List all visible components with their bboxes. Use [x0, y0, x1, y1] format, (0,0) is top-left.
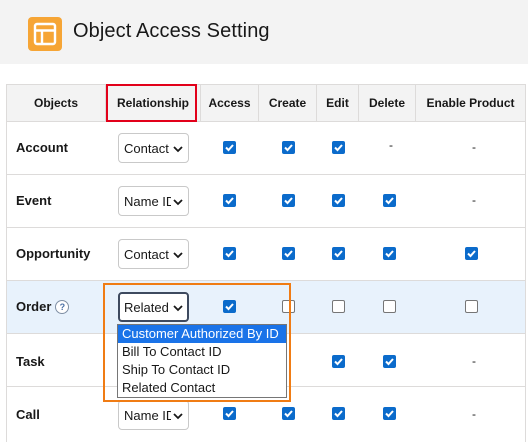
relationship-select[interactable]: Name ID	[118, 186, 189, 216]
delete-checkbox[interactable]	[383, 407, 396, 420]
delete-not-applicable: -	[389, 138, 393, 152]
edit-checkbox[interactable]	[332, 355, 345, 368]
create-checkbox[interactable]	[282, 247, 295, 260]
column-header-edit: Edit	[317, 85, 359, 121]
relationship-select[interactable]: Contact	[118, 133, 189, 163]
object-name: Call	[16, 407, 40, 422]
delete-checkbox[interactable]	[383, 355, 396, 368]
page-title: Object Access Setting	[73, 20, 270, 42]
page-header: Object Access Setting	[0, 0, 528, 64]
relationship-select-value: Contact	[124, 141, 169, 156]
relationship-select[interactable]: Name ID	[118, 400, 189, 430]
create-checkbox[interactable]	[282, 141, 295, 154]
enable-product-not-applicable: -	[472, 407, 476, 421]
column-header-enable-product: Enable Product	[426, 96, 515, 110]
table-row: Account Contact - -	[7, 122, 525, 175]
object-name: Event	[16, 193, 52, 208]
edit-checkbox[interactable]	[332, 141, 345, 154]
access-checkbox[interactable]	[223, 407, 236, 420]
object-name: Task	[16, 354, 45, 369]
edit-checkbox[interactable]	[332, 300, 345, 313]
enable-product-checkbox[interactable]	[465, 247, 478, 260]
object-name: Account	[16, 140, 68, 155]
enable-product-not-applicable: -	[472, 140, 476, 154]
object-name-label: Order	[16, 299, 52, 314]
help-icon[interactable]: ?	[55, 300, 70, 314]
delete-checkbox[interactable]	[383, 194, 396, 207]
column-header-create: Create	[259, 85, 317, 121]
enable-product-not-applicable: -	[472, 193, 476, 207]
create-checkbox[interactable]	[282, 194, 295, 207]
access-checkbox[interactable]	[223, 247, 236, 260]
column-header-access: Access	[201, 85, 259, 121]
relationship-select-value: Name ID	[124, 408, 176, 423]
relationship-select[interactable]: Contact	[118, 239, 189, 269]
enable-product-checkbox[interactable]	[465, 300, 478, 313]
edit-checkbox[interactable]	[332, 194, 345, 207]
table-header: Objects Relationship Access Create Edit …	[7, 84, 525, 122]
edit-checkbox[interactable]	[332, 407, 345, 420]
column-header-delete: Delete	[359, 85, 416, 121]
object-name: Opportunity	[16, 246, 91, 261]
chevron-down-icon	[171, 249, 185, 261]
table-row: Opportunity Contact	[7, 228, 525, 281]
dropdown-annotation	[103, 283, 291, 402]
chevron-down-icon	[171, 143, 185, 155]
object-name: Order?	[16, 299, 70, 314]
relationship-select-value: Name ID	[124, 194, 176, 209]
access-checkbox[interactable]	[223, 194, 236, 207]
layout-icon	[28, 17, 62, 51]
table-row: Event Name ID -	[7, 175, 525, 228]
create-checkbox[interactable]	[282, 407, 295, 420]
column-header-objects: Objects	[7, 85, 106, 121]
edit-checkbox[interactable]	[332, 247, 345, 260]
chevron-down-icon	[171, 410, 185, 422]
enable-product-not-applicable: -	[472, 354, 476, 368]
delete-checkbox[interactable]	[383, 247, 396, 260]
access-checkbox[interactable]	[223, 141, 236, 154]
relationship-header-annotation	[106, 84, 197, 122]
chevron-down-icon	[171, 196, 185, 208]
relationship-select-value: Contact	[124, 247, 169, 262]
delete-checkbox[interactable]	[383, 300, 396, 313]
